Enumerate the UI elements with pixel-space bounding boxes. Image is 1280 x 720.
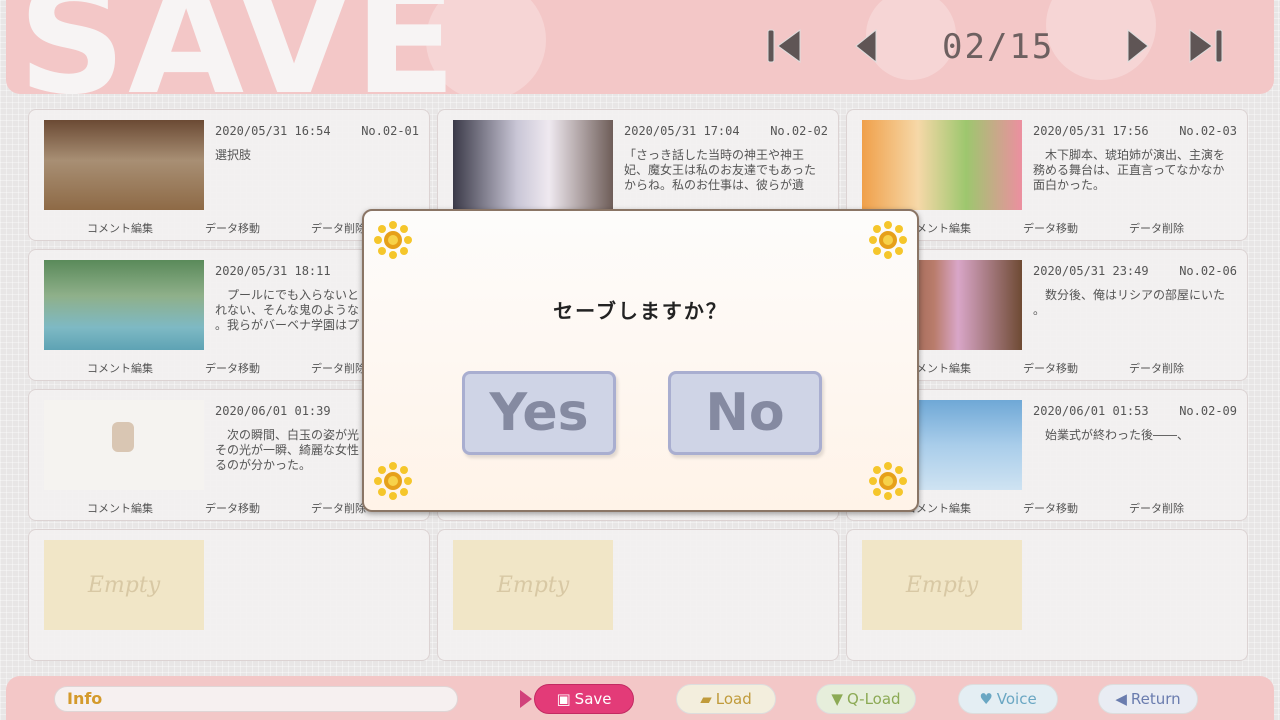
save-label: Save: [574, 690, 612, 708]
next-page-button[interactable]: [1114, 26, 1158, 66]
dialog-question: セーブしますか？: [553, 299, 728, 323]
slot-number: No.02-01: [361, 124, 419, 138]
save-button[interactable]: ▣ Save: [534, 684, 634, 714]
slot-date: 2020/05/31 17:04: [624, 124, 740, 138]
data-delete-link[interactable]: データ削除: [311, 500, 366, 516]
data-move-link[interactable]: データ移動: [1023, 500, 1078, 516]
sunflower-icon: [869, 221, 907, 259]
comment-edit-link[interactable]: コメント編集: [87, 500, 153, 516]
triangle-right-icon: [1127, 28, 1149, 64]
slot-date: 2020/05/31 16:54: [215, 124, 331, 138]
info-bar: Info: [54, 686, 458, 712]
slot-date: 2020/06/01 01:53: [1033, 404, 1149, 418]
slot-thumbnail: [862, 120, 1022, 210]
data-delete-link[interactable]: データ削除: [311, 360, 366, 376]
comment-edit-link[interactable]: コメント編集: [87, 220, 153, 236]
slot-number: No.02-03: [1179, 124, 1237, 138]
back-arrow-icon: ◀: [1115, 690, 1127, 708]
prev-page-button[interactable]: [846, 26, 890, 66]
slot-date: 2020/06/01 01:39: [215, 404, 331, 418]
sunflower-icon: [374, 221, 412, 259]
data-move-link[interactable]: データ移動: [205, 220, 260, 236]
empty-slot-thumbnail: Empty: [453, 540, 613, 630]
data-delete-link[interactable]: データ削除: [1129, 500, 1184, 516]
data-move-link[interactable]: データ移動: [205, 360, 260, 376]
info-label: Info: [67, 689, 103, 708]
first-page-button[interactable]: [764, 26, 808, 66]
slot-thumbnail: [453, 120, 613, 210]
slot-date: 2020/05/31 17:56: [1033, 124, 1149, 138]
page-title: SAVE: [18, 0, 459, 94]
slot-meta: 2020/05/31 17:04 No.02-02: [624, 124, 828, 138]
triangle-left-icon: [855, 28, 877, 64]
slot-text: 「さっき話した当時の神王や神王妃、魔女王は私のお友達でもあったからね。私のお仕事…: [624, 148, 817, 192]
slot-thumbnail: [44, 400, 204, 490]
slot-meta: 2020/06/01 01:53 No.02-09: [1033, 404, 1237, 418]
slot-text: 選択肢: [215, 148, 252, 162]
skip-last-icon: [1189, 29, 1223, 63]
empty-slot-label: Empty: [496, 572, 570, 598]
footer-bar: Info ▣ Save ▰ Load ▼ Q-Load ♥ Voice ◀ Re…: [6, 676, 1274, 720]
data-move-link[interactable]: データ移動: [1023, 360, 1078, 376]
return-button[interactable]: ◀ Return: [1098, 684, 1198, 714]
return-label: Return: [1130, 690, 1181, 708]
data-move-link[interactable]: データ移動: [205, 500, 260, 516]
quick-load-button[interactable]: ▼ Q-Load: [816, 684, 916, 714]
page-indicator: 02/15: [942, 27, 1055, 67]
load-button[interactable]: ▰ Load: [676, 684, 776, 714]
last-page-button[interactable]: [1184, 26, 1228, 66]
folder-icon: ▣: [556, 690, 571, 708]
slot-text: 木下脚本、琥珀姉が演出、主演を務める舞台は、正直言ってなかなか面白かった。: [1033, 148, 1226, 192]
download-icon: ▼: [831, 690, 843, 708]
comment-edit-link[interactable]: コメント編集: [87, 360, 153, 376]
slot-number: No.02-02: [770, 124, 828, 138]
slot-thumbnail: [44, 120, 204, 210]
folder-icon: ▰: [700, 690, 712, 708]
slot-date: 2020/05/31 18:11: [215, 264, 331, 278]
empty-save-slot[interactable]: Empty: [28, 529, 430, 661]
heart-icon: ♥: [979, 690, 993, 708]
voice-label: Voice: [996, 690, 1037, 708]
slot-number: No.02-09: [1179, 404, 1237, 418]
empty-slot-thumbnail: Empty: [862, 540, 1022, 630]
slot-text: 数分後、俺はリシアの部屋にいた 。: [1033, 288, 1226, 317]
slot-number: No.02-06: [1179, 264, 1237, 278]
slot-meta: 2020/05/31 23:49 No.02-06: [1033, 264, 1237, 278]
save-confirm-dialog: セーブしますか？ Yes No: [362, 209, 919, 512]
voice-button[interactable]: ♥ Voice: [958, 684, 1058, 714]
empty-save-slot[interactable]: Empty: [846, 529, 1248, 661]
sunflower-icon: [374, 462, 412, 500]
slot-meta: 2020/05/31 17:56 No.02-03: [1033, 124, 1237, 138]
empty-save-slot[interactable]: Empty: [437, 529, 839, 661]
sunflower-icon: [869, 462, 907, 500]
skip-first-icon: [767, 29, 801, 63]
slot-date: 2020/05/31 23:49: [1033, 264, 1149, 278]
empty-slot-thumbnail: Empty: [44, 540, 204, 630]
slot-thumbnail: [44, 260, 204, 350]
quick-load-label: Q-Load: [846, 690, 901, 708]
empty-slot-label: Empty: [87, 572, 161, 598]
slot-text: 始業式が終わった後――、: [1033, 428, 1190, 442]
data-delete-link[interactable]: データ削除: [311, 220, 366, 236]
data-delete-link[interactable]: データ削除: [1129, 360, 1184, 376]
load-label: Load: [715, 690, 752, 708]
selection-arrow-icon: [520, 690, 532, 708]
slot-meta: 2020/05/31 16:54 No.02-01: [215, 124, 419, 138]
header-bar: SAVE 02/15: [6, 0, 1274, 94]
no-button[interactable]: No: [668, 371, 822, 455]
yes-button[interactable]: Yes: [462, 371, 616, 455]
data-delete-link[interactable]: データ削除: [1129, 220, 1184, 236]
empty-slot-label: Empty: [905, 572, 979, 598]
data-move-link[interactable]: データ移動: [1023, 220, 1078, 236]
